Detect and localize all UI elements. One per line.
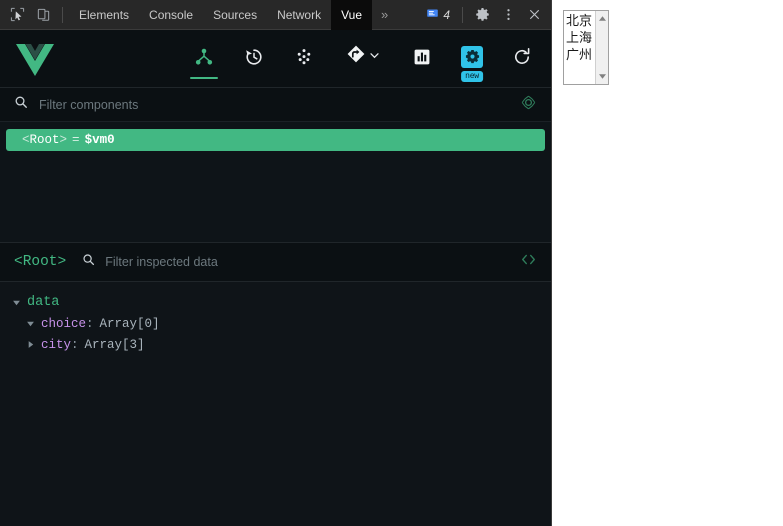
vue-tab-settings[interactable]: new	[457, 30, 487, 88]
vue-tab-performance[interactable]	[407, 30, 437, 88]
tabs-overflow-button[interactable]: »	[372, 0, 397, 30]
vue-refresh-button[interactable]	[507, 30, 537, 88]
city-option-list: 北京 上海 广州	[564, 11, 595, 84]
gear-icon[interactable]	[469, 2, 495, 28]
toolbar-divider-right	[462, 6, 463, 23]
vue-tool-buttons: new	[189, 30, 537, 88]
console-message-count-label: 4	[443, 7, 450, 22]
vm-instance-label: $vm0	[84, 133, 115, 147]
city-option[interactable]: 上海	[566, 30, 595, 47]
tab-sources[interactable]: Sources	[203, 0, 267, 30]
vue-tab-routes[interactable]	[339, 30, 387, 88]
web-page-content: 北京 上海 广州	[553, 0, 783, 526]
component-tree: < Root > = $vm0	[0, 122, 551, 242]
refresh-icon	[512, 47, 532, 67]
tab-elements[interactable]: Elements	[69, 0, 139, 30]
select-component-target-icon[interactable]	[520, 94, 537, 116]
filter-components-input[interactable]	[39, 97, 520, 112]
pinia-store-icon	[294, 47, 314, 67]
console-message-count[interactable]: 4	[420, 7, 456, 23]
triangle-right-icon[interactable]	[26, 340, 35, 349]
component-filter-bar	[0, 88, 551, 122]
data-group-label: data	[27, 295, 60, 310]
equals-sign: =	[72, 133, 80, 147]
code-brackets-icon[interactable]	[520, 252, 537, 272]
performance-chart-icon	[412, 47, 432, 67]
property-colon: :	[71, 337, 79, 352]
devtools-tabs: Elements Console Sources Network Vue	[69, 0, 373, 30]
settings-gear-icon	[461, 45, 483, 68]
screen: Elements Console Sources Network Vue » 4	[0, 0, 783, 526]
property-key: choice	[41, 316, 87, 331]
components-tree-icon	[194, 47, 214, 67]
tag-close-angle: >	[59, 133, 68, 147]
device-toolbar-icon[interactable]	[30, 2, 56, 28]
tab-console[interactable]: Console	[139, 0, 203, 30]
timeline-history-icon	[244, 47, 264, 67]
component-tree-row-root[interactable]: < Root > = $vm0	[6, 129, 545, 151]
vue-tab-components[interactable]	[189, 30, 219, 88]
data-row-city[interactable]: city: Array[3]	[10, 334, 551, 355]
triangle-down-icon[interactable]	[26, 319, 35, 328]
property-value: Array[3]	[84, 337, 145, 352]
select-scrollbar[interactable]	[595, 11, 608, 84]
devtools-panel: Elements Console Sources Network Vue » 4	[0, 0, 552, 526]
scroll-up-arrow-icon[interactable]	[597, 13, 608, 24]
search-icon	[82, 253, 95, 271]
data-group-data[interactable]: data	[10, 292, 551, 313]
inspector-header: <Root>	[0, 242, 551, 282]
data-row-choice[interactable]: choice: Array[0]	[10, 313, 551, 334]
property-colon: :	[86, 316, 94, 331]
city-multi-select[interactable]: 北京 上海 广州	[563, 10, 609, 85]
devtools-toolbar-right: 4	[420, 2, 551, 28]
search-icon	[14, 95, 28, 114]
close-icon[interactable]	[521, 2, 547, 28]
routes-icon	[346, 44, 366, 69]
vue-tab-timeline[interactable]	[239, 30, 269, 88]
property-key: city	[41, 337, 72, 352]
vue-toolbar: new	[0, 30, 551, 88]
console-message-icon	[426, 7, 439, 23]
triangle-down-icon[interactable]	[12, 298, 21, 307]
vue-tab-pinia[interactable]	[289, 30, 319, 88]
tab-network[interactable]: Network	[267, 0, 331, 30]
inspected-component-title: <Root>	[14, 254, 67, 270]
vue-logo	[14, 40, 56, 78]
city-option[interactable]: 广州	[566, 47, 595, 64]
city-option[interactable]: 北京	[566, 13, 595, 30]
inspected-data-tree: data choice: Array[0] city: Array[3]	[0, 282, 551, 526]
scroll-down-arrow-icon[interactable]	[597, 71, 608, 82]
tab-vue[interactable]: Vue	[331, 0, 373, 30]
kebab-menu-icon[interactable]	[495, 2, 521, 28]
inspect-element-icon[interactable]	[4, 2, 30, 28]
tag-open-angle: <	[22, 133, 30, 147]
filter-inspected-data-input[interactable]	[105, 255, 520, 269]
toolbar-divider	[62, 6, 63, 23]
chevron-down-icon[interactable]	[369, 48, 380, 66]
property-value: Array[0]	[99, 316, 160, 331]
devtools-toolbar: Elements Console Sources Network Vue » 4	[0, 0, 551, 30]
settings-new-badge: new	[461, 70, 483, 82]
component-name: Root	[29, 133, 60, 147]
